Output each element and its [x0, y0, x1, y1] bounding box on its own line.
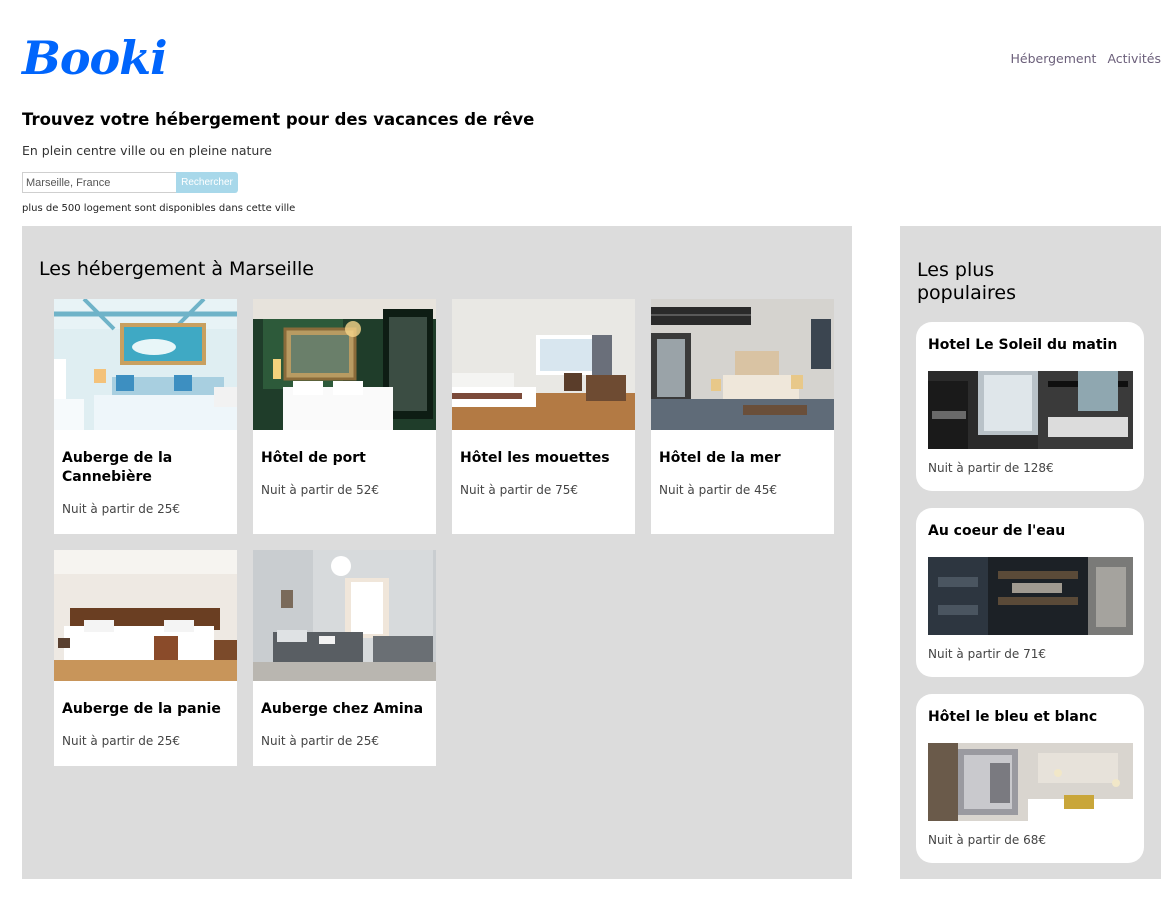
popular-section-title: Les plus populaires	[917, 259, 1016, 304]
popular-card-title: Au coeur de l'eau	[928, 523, 1066, 539]
lodging-card[interactable]: Auberge chez Amina Nuit à partir de 25€	[253, 550, 436, 766]
popular-card-price: Nuit à partir de 71€	[928, 647, 1047, 661]
lodging-card-title: Auberge de la Cannebière	[62, 450, 173, 485]
lodging-card[interactable]: Hôtel de la mer Nuit à partir de 45€	[651, 299, 834, 534]
lodging-card[interactable]: Hôtel de port Nuit à partir de 52€	[253, 299, 436, 534]
lodging-card[interactable]: Auberge de la Cannebière Nuit à partir d…	[54, 299, 237, 534]
popular-card-price: Nuit à partir de 68€	[928, 833, 1047, 847]
hero-title: Trouvez votre hébergement pour des vacan…	[22, 110, 535, 129]
lodging-card-price: Nuit à partir de 25€	[62, 502, 181, 516]
search-input[interactable]	[22, 172, 176, 193]
hotel-room-photo	[54, 550, 237, 681]
lodging-card-title: Hôtel les mouettes	[460, 450, 610, 466]
lodging-card-title: Hôtel de port	[261, 450, 366, 466]
lodging-card-price: Nuit à partir de 45€	[659, 483, 778, 497]
hotel-room-photo	[928, 557, 1133, 635]
popular-section: Les plus populaires Hotel Le Soleil du m…	[900, 226, 1161, 879]
lodging-card-title: Auberge de la panie	[62, 701, 221, 717]
lodging-section: Les hébergement à Marseille Auberge de l…	[22, 226, 852, 879]
nav-link-hebergement[interactable]: Hébergement	[1010, 51, 1096, 66]
popular-card-title: Hôtel le bleu et blanc	[928, 709, 1098, 725]
lodging-card[interactable]: Hôtel les mouettes Nuit à partir de 75€	[452, 299, 635, 534]
hotel-room-photo	[928, 371, 1133, 449]
lodging-card-price: Nuit à partir de 75€	[460, 483, 579, 497]
search-result-info: plus de 500 logement sont disponibles da…	[22, 203, 296, 214]
lodging-card-title: Hôtel de la mer	[659, 450, 781, 466]
main-nav: Hébergement Activités	[1010, 51, 1161, 66]
lodging-card-price: Nuit à partir de 25€	[62, 734, 181, 748]
hotel-room-photo	[928, 743, 1133, 821]
popular-card[interactable]: Hôtel le bleu et blanc Nuit à partir de …	[916, 694, 1144, 863]
nav-link-activites[interactable]: Activités	[1107, 51, 1161, 66]
popular-card-price: Nuit à partir de 128€	[928, 461, 1054, 475]
search-bar: Rechercher	[22, 172, 238, 193]
hotel-room-photo	[651, 299, 834, 430]
popular-card[interactable]: Au coeur de l'eau Nuit à partir de 71€	[916, 508, 1144, 677]
hotel-room-photo	[253, 299, 436, 430]
lodging-card-price: Nuit à partir de 52€	[261, 483, 380, 497]
lodging-card-price: Nuit à partir de 25€	[261, 734, 380, 748]
search-button[interactable]: Rechercher	[176, 172, 238, 193]
booki-logo[interactable]: Booki	[22, 30, 168, 86]
hotel-room-photo	[253, 550, 436, 681]
hero-subtitle: En plein centre ville ou en pleine natur…	[22, 143, 272, 158]
lodging-card[interactable]: Auberge de la panie Nuit à partir de 25€	[54, 550, 237, 766]
lodging-section-title: Les hébergement à Marseille	[39, 258, 314, 280]
popular-card-title: Hotel Le Soleil du matin	[928, 337, 1118, 353]
popular-card[interactable]: Hotel Le Soleil du matin Nuit à partir d…	[916, 322, 1144, 491]
hotel-room-photo	[452, 299, 635, 430]
lodging-card-title: Auberge chez Amina	[261, 701, 424, 717]
hotel-room-photo	[54, 299, 237, 430]
